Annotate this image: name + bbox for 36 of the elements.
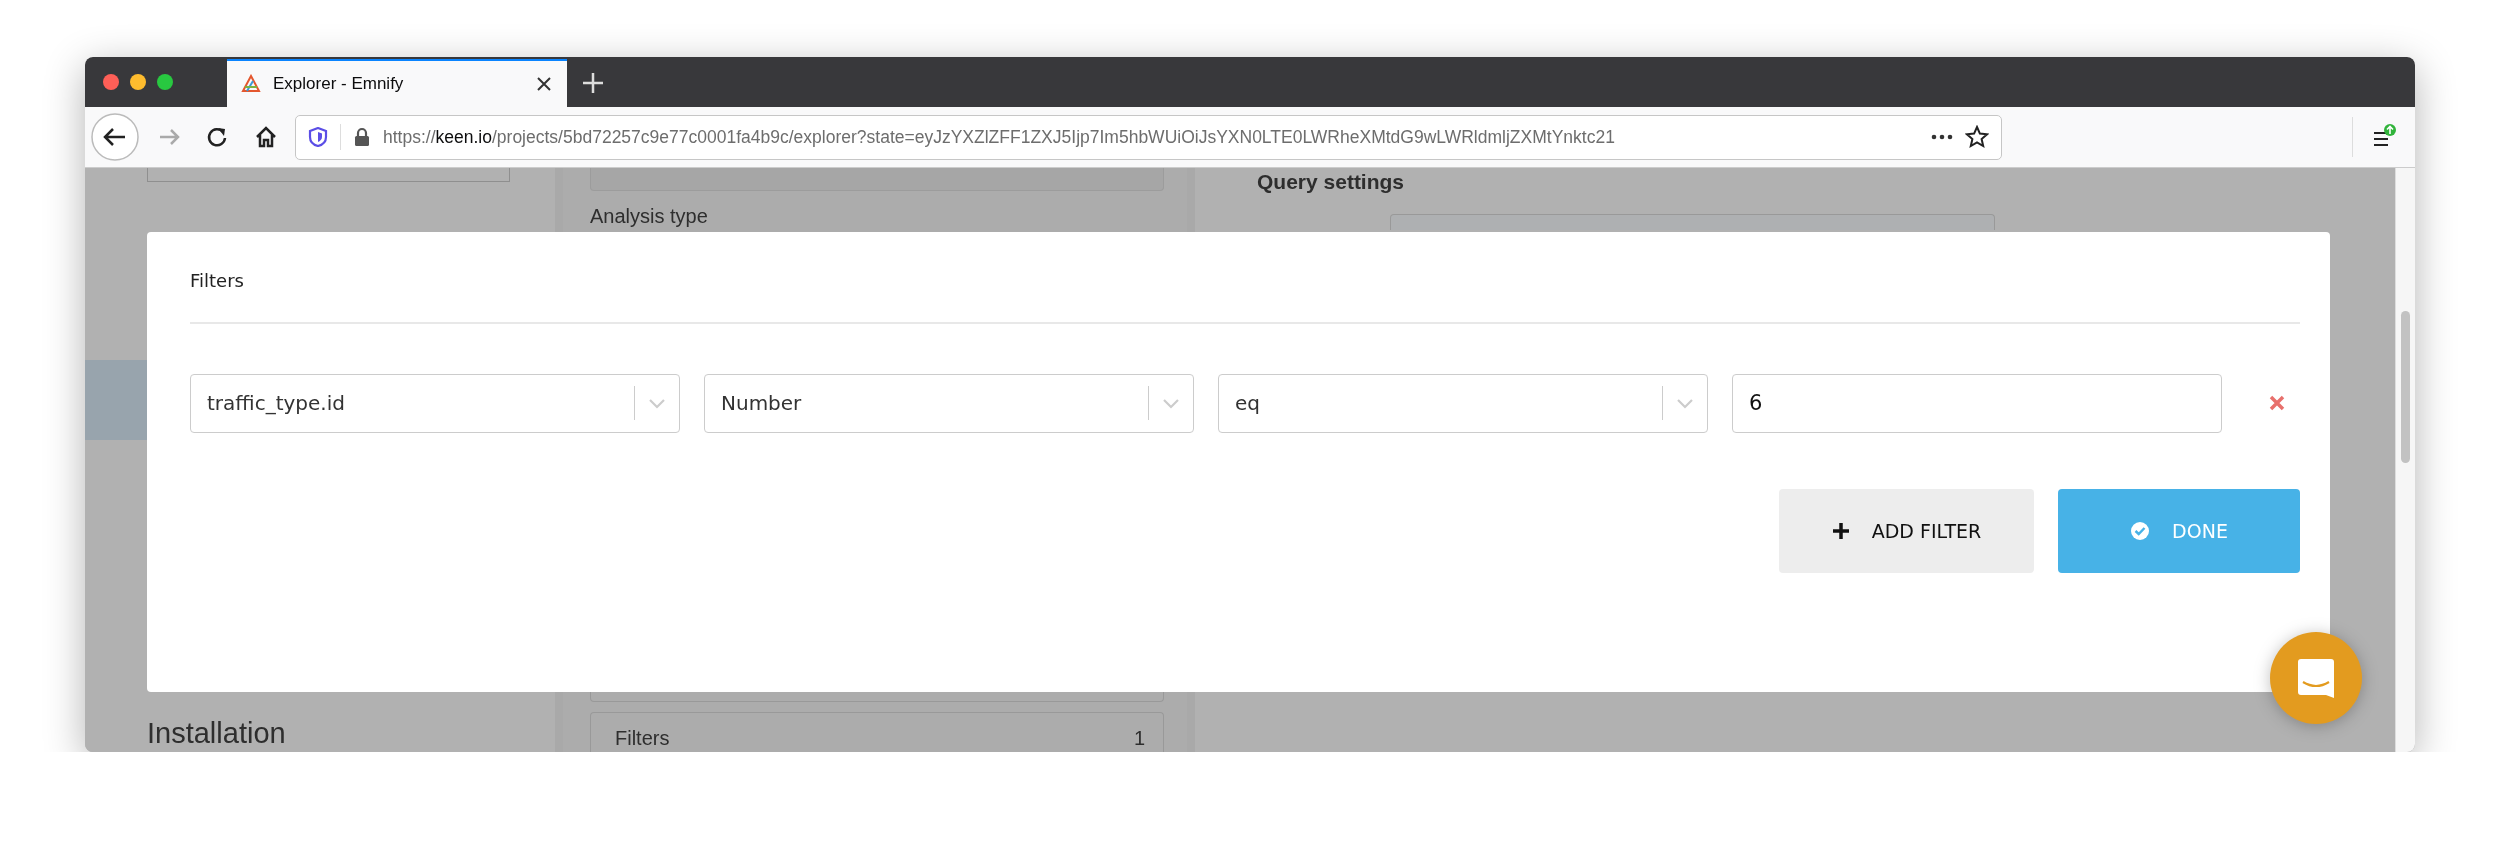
home-icon[interactable] <box>254 125 278 149</box>
analysis-type-label: Analysis type <box>590 205 708 227</box>
close-tab-icon[interactable] <box>535 75 553 93</box>
value-field[interactable]: 6 <box>1732 373 2222 433</box>
filters-count: 1 <box>1133 727 1145 749</box>
shield-icon[interactable] <box>308 127 328 147</box>
more-icon[interactable] <box>1931 132 1953 142</box>
url-text: https://keen.io/projects/5bd72257c9e77c0001fa4b9c/explorer?state=eyJzYXZlZFF1ZXJ5Ijp7Im5hbWUiOiJsYXN0LTE0LWRheXMtdG9wLWRldmljZXMtYnktc21 <box>383 126 1616 148</box>
close-window-button[interactable] <box>103 74 119 90</box>
caret-icon <box>648 396 666 410</box>
scrollbar[interactable] <box>2395 168 2415 752</box>
minimize-window-button[interactable] <box>130 74 146 90</box>
caret-icon <box>1676 396 1694 410</box>
remove-filter-icon[interactable] <box>2268 394 2286 412</box>
check-circle-icon <box>2130 520 2151 541</box>
new-tab-icon[interactable] <box>581 71 605 95</box>
address-bar[interactable]: https://keen.io/projects/5bd72257c9e77c0001fa4b9c/explorer?state=eyJzYXZlZFF1ZXJ5Ijp7Im5hbWUiOiJsYXN0LTE0LWRheXMtdG9wLWRldmljZXMtYnktc21 <box>295 114 2002 160</box>
reload-icon[interactable] <box>205 125 229 149</box>
operator-select[interactable]: eq <box>1218 373 1708 433</box>
tab-title: Explorer - Emnify <box>273 74 405 94</box>
browser-tab[interactable]: Explorer - Emnify <box>227 59 567 107</box>
back-button-icon[interactable] <box>91 113 139 161</box>
site-logo-icon <box>241 74 261 94</box>
chat-icon[interactable] <box>2270 632 2362 724</box>
sidebar-heading: Installation <box>147 717 287 751</box>
caret-icon <box>1162 396 1180 410</box>
property-select[interactable]: traffic_type.id <box>190 373 680 433</box>
modal-title: Filters <box>190 270 244 291</box>
filters-label: Filters <box>615 727 670 749</box>
add-filter-button[interactable]: ADD FILTER <box>1779 488 2034 573</box>
star-icon[interactable] <box>1965 125 1989 149</box>
type-select[interactable]: Number <box>704 373 1194 433</box>
lock-icon <box>353 127 371 147</box>
query-settings-title: Query settings <box>1257 170 1405 194</box>
plus-icon <box>1831 521 1850 540</box>
maximize-window-button[interactable] <box>157 74 173 90</box>
